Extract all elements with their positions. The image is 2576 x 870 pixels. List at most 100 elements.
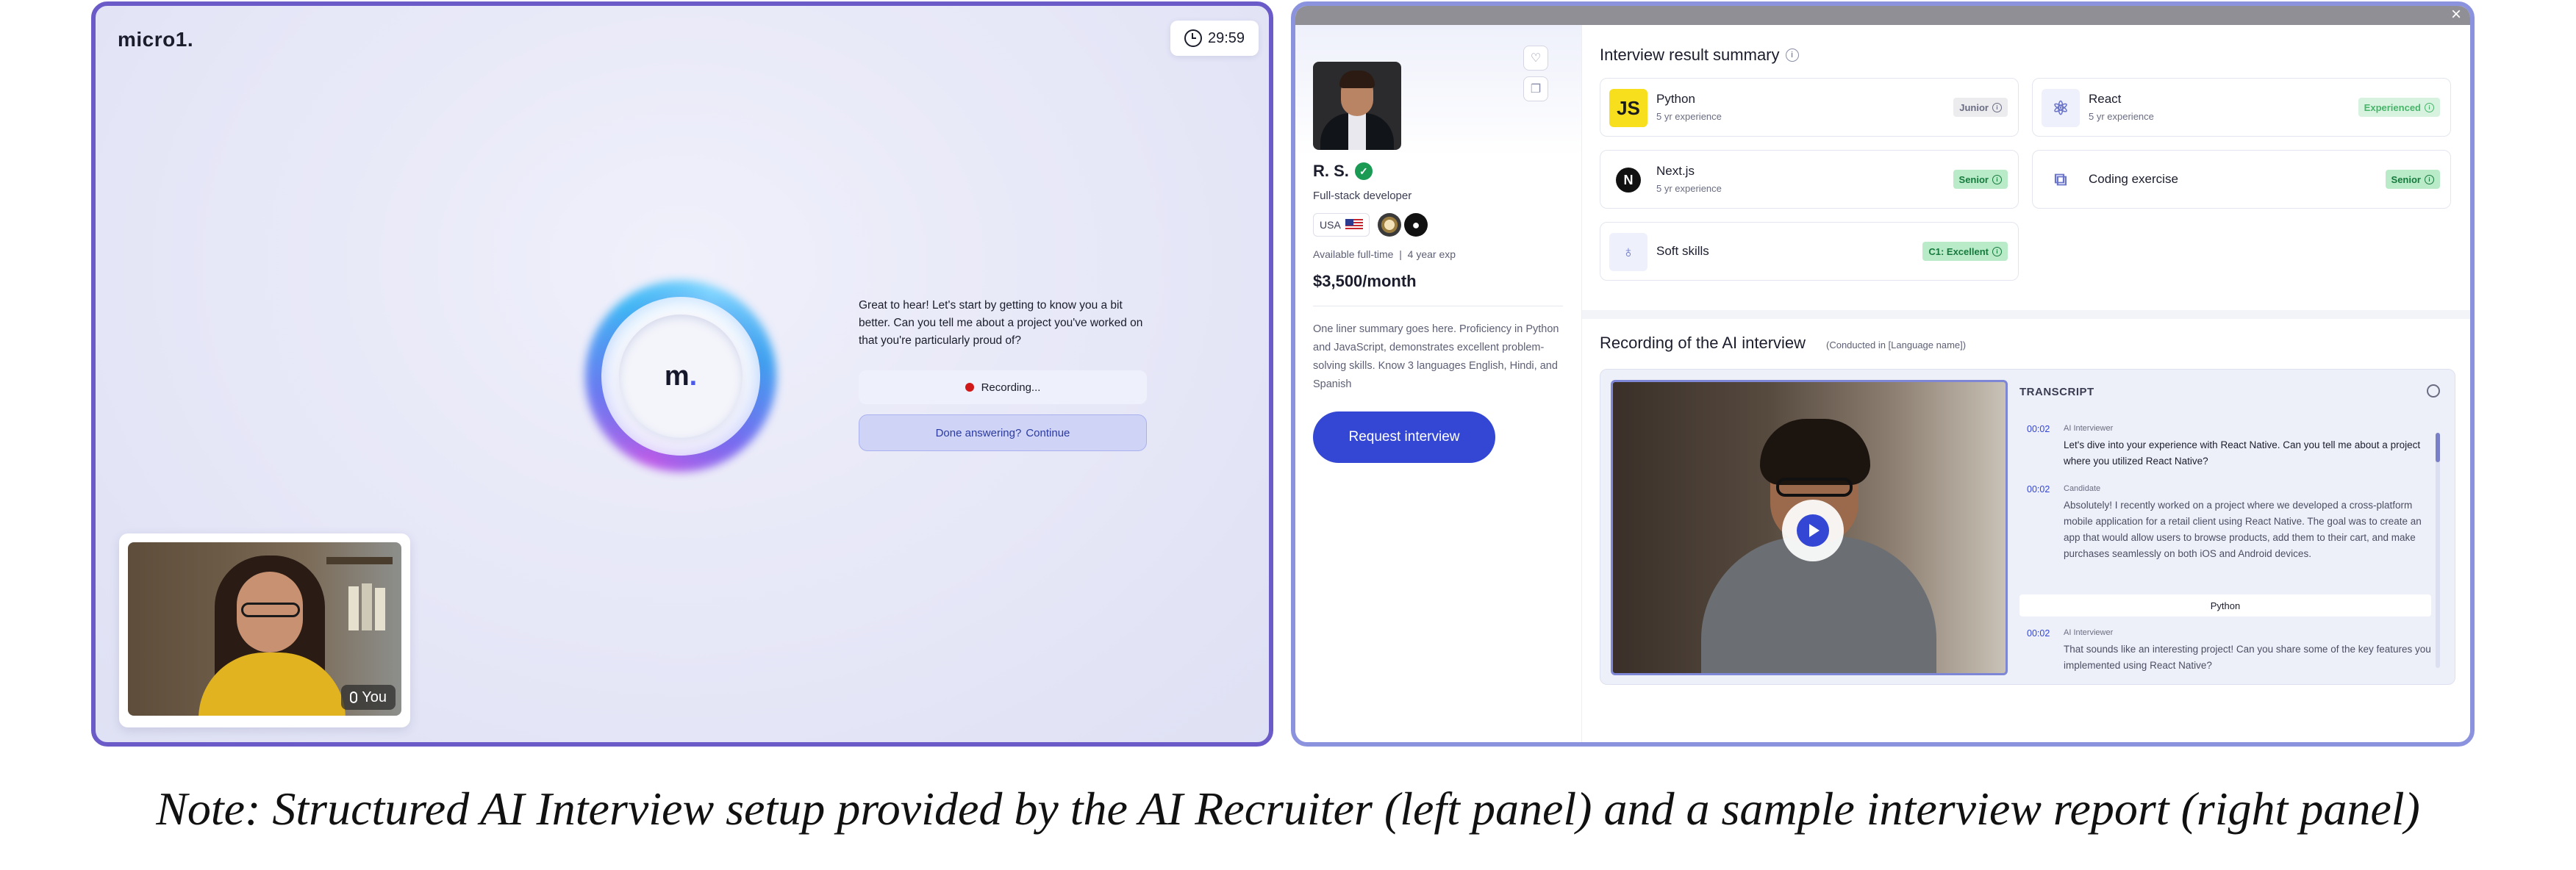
level-badge-junior: Junior i — [1953, 98, 2008, 117]
skill-name: Soft skills — [1656, 244, 1709, 258]
info-icon: i — [2425, 102, 2434, 112]
modal-top-bar — [1295, 6, 2470, 25]
transcript-timestamp[interactable]: 00:02 — [2027, 424, 2050, 434]
app-logo: micro1. — [118, 28, 194, 51]
skill-name: Next.js — [1656, 164, 1695, 178]
transcript-timestamp[interactable]: 00:02 — [2027, 628, 2050, 639]
candidate-video: You — [128, 542, 401, 716]
you-label-tag: You — [341, 685, 396, 710]
skill-card-soft-skills[interactable]: ♁ Soft skills C1: Excellent i — [1600, 222, 2019, 281]
skill-experience: 5 yr experience — [1656, 111, 1722, 122]
skill-name: Coding exercise — [2089, 172, 2178, 186]
skill-experience: 5 yr experience — [2089, 111, 2154, 122]
level-text: Senior — [2391, 173, 2421, 185]
you-label: You — [362, 689, 387, 705]
transcript-message: That sounds like an interesting project!… — [2064, 644, 2431, 671]
skill-card-coding-exercise[interactable]: ⧉ Coding exercise Senior i — [2032, 150, 2451, 209]
candidate-photo — [1313, 62, 1401, 150]
recording-language-note: (Conducted in [Language name]) — [1826, 339, 1967, 350]
scrollbar-track[interactable] — [2436, 433, 2440, 668]
candidate-role: Full-stack developer — [1313, 190, 1412, 202]
info-icon: i — [1992, 102, 2002, 112]
timer-value: 29:59 — [1207, 29, 1245, 46]
candidate-summary: One liner summary goes here. Proficiency… — [1313, 323, 1559, 390]
interview-video-player[interactable] — [1611, 380, 2008, 675]
request-interview-button[interactable]: Request interview — [1313, 411, 1495, 463]
close-icon[interactable]: × — [2451, 6, 2461, 25]
skill-name: Python — [1656, 92, 1695, 106]
recording-label: Recording... — [981, 381, 1041, 394]
level-text: Junior — [1959, 101, 1989, 113]
scrollbar-thumb[interactable] — [2436, 433, 2440, 462]
transcript-speaker: AI Interviewer — [2064, 424, 2114, 433]
info-icon: i — [2425, 174, 2434, 184]
clock-icon — [1184, 29, 1202, 47]
recording-container: TRANSCRIPT 00:02 AI Interviewer Let's di… — [1600, 369, 2455, 685]
nextjs-logo-icon: N — [1609, 161, 1647, 199]
transcript-speaker: Candidate — [2064, 484, 2101, 493]
recording-section-title: Recording of the AI interview — [1600, 334, 1806, 352]
candidate-name: R. S. ✓ — [1313, 162, 1373, 181]
info-icon[interactable]: i — [1785, 48, 1799, 62]
level-badge-excellent: C1: Excellent i — [1922, 242, 2008, 261]
candidate-camera-card: You — [119, 533, 410, 727]
skill-card-python[interactable]: JS Python 5 yr experience Junior i — [1600, 78, 2019, 137]
transcript-panel: TRANSCRIPT 00:02 AI Interviewer Let's di… — [2018, 380, 2447, 675]
level-text: Senior — [1958, 173, 1989, 185]
country-badge: USA — [1313, 213, 1370, 237]
experience-value: 4 year exp — [1407, 248, 1456, 260]
ai-question-text: Great to hear! Let's start by getting to… — [859, 299, 1143, 347]
continue-button[interactable]: Done answering? Continue — [859, 414, 1147, 451]
figure-caption: Note: Structured AI Interview setup prov… — [156, 783, 2420, 835]
level-badge-experienced: Experienced i — [2358, 98, 2440, 117]
continue-link[interactable]: Continue — [1026, 427, 1070, 439]
search-icon[interactable] — [2427, 384, 2440, 398]
orb-letter: m — [664, 360, 690, 392]
transcript-message: Absolutely! I recently worked on a proje… — [2064, 500, 2422, 559]
skill-name: React — [2089, 92, 2122, 106]
skill-card-nextjs[interactable]: N Next.js 5 yr experience Senior i — [1600, 150, 2019, 209]
countdown-timer: 29:59 — [1170, 21, 1259, 56]
availability-text: Available full-time | 4 year exp — [1313, 248, 1456, 260]
nextjs-letter: N — [1616, 168, 1641, 193]
apple-badge-icon: ● — [1404, 213, 1428, 237]
skill-experience: 5 yr experience — [1656, 183, 1722, 194]
ai-avatar-orb: m. — [619, 314, 743, 438]
candidate-profile-sidebar: ♡ ❐ R. S. ✓ Full-stack developer USA ● A… — [1295, 25, 1582, 742]
interview-report-panel: × ♡ ❐ R. S. ✓ Full-stack developer USA ●… — [1291, 1, 2475, 747]
country-name: USA — [1320, 219, 1341, 231]
js-logo-icon: JS — [1609, 89, 1647, 127]
achievement-badge-icon — [1378, 213, 1401, 237]
transcript-timestamp[interactable]: 00:02 — [2027, 484, 2050, 495]
level-text: Experienced — [2364, 101, 2421, 113]
heart-icon[interactable]: ♡ — [1523, 46, 1548, 71]
results-summary-title: Interview result summary i — [1600, 46, 1799, 65]
play-button-icon[interactable] — [1782, 500, 1844, 561]
candidate-name-text: R. S. — [1313, 162, 1349, 180]
transcript-speaker: AI Interviewer — [2064, 628, 2114, 637]
availability-value: Available full-time — [1313, 248, 1394, 260]
transcript-label: TRANSCRIPT — [2019, 386, 2094, 398]
info-icon: i — [1992, 246, 2002, 256]
transcript-message: Let's dive into your experience with Rea… — [2064, 439, 2421, 467]
level-badge-senior: Senior i — [1953, 170, 2008, 189]
level-badge-senior: Senior i — [2385, 170, 2440, 189]
react-icon: ⚛ — [2042, 89, 2080, 127]
lightbulb-icon: ♁ — [1609, 233, 1647, 271]
results-title-text: Interview result summary — [1600, 46, 1780, 64]
separator: | — [1396, 248, 1408, 260]
record-dot-icon — [965, 383, 974, 392]
us-flag-icon — [1345, 219, 1363, 231]
microphone-icon — [350, 691, 358, 703]
skill-card-react[interactable]: ⚛ React 5 yr experience Experienced i — [2032, 78, 2451, 137]
level-text: C1: Excellent — [1928, 245, 1989, 257]
copy-icon[interactable]: ❐ — [1523, 76, 1548, 101]
section-divider — [1582, 310, 2470, 319]
ai-interview-panel: micro1. 29:59 m. Great to hear! Let's st… — [91, 1, 1273, 747]
orb-dot: . — [689, 360, 698, 392]
recording-indicator: Recording... — [859, 370, 1147, 404]
continue-prefix: Done answering? — [935, 426, 1022, 439]
code-exercise-icon: ⧉ — [2042, 161, 2080, 199]
verified-check-icon: ✓ — [1354, 162, 1373, 180]
monthly-rate: $3,500/month — [1313, 272, 1417, 290]
